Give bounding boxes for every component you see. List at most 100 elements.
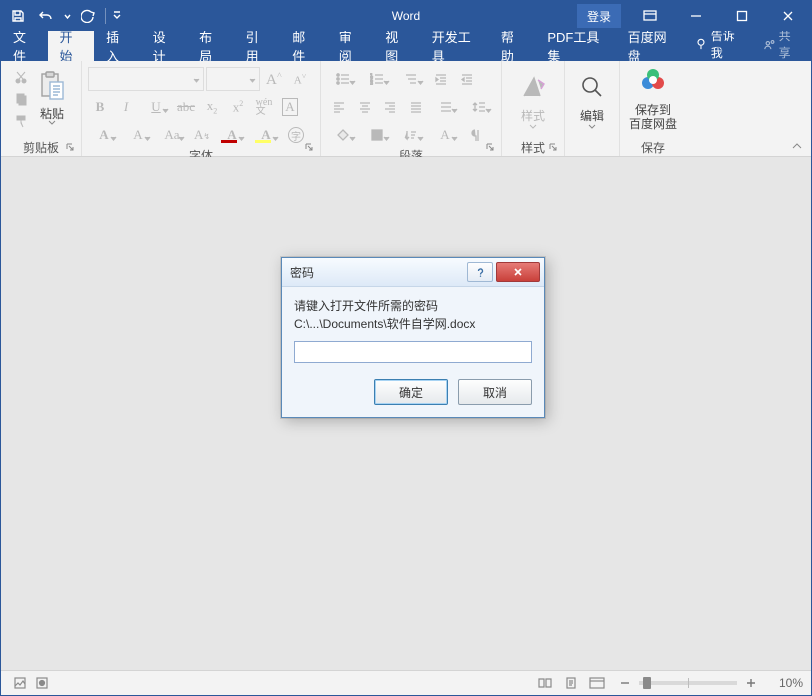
dialog-path: C:\...\Documents\软件自学网.docx (294, 315, 532, 333)
ok-button[interactable]: 确定 (374, 379, 448, 405)
zoom-thumb[interactable] (643, 677, 651, 689)
line-spacing-button[interactable] (463, 95, 495, 119)
password-input[interactable] (294, 341, 532, 363)
shrink-font-button[interactable]: A˅ (288, 67, 312, 91)
text-effects-button[interactable]: A (88, 123, 120, 147)
tab-layout[interactable]: 布局 (187, 31, 234, 61)
svg-text:3: 3 (370, 81, 373, 85)
align-center-button[interactable] (353, 95, 377, 119)
titlebar: Word 登录 (1, 1, 811, 31)
justify-button[interactable] (404, 95, 428, 119)
close-button[interactable] (765, 1, 811, 31)
decrease-indent-button[interactable] (429, 67, 453, 91)
styles-launcher[interactable] (548, 141, 560, 153)
qat-separator (105, 8, 106, 24)
shading-button[interactable] (327, 123, 359, 147)
zoom-control: 10% (617, 675, 803, 691)
tab-baidu[interactable]: 百度网盘 (616, 31, 685, 61)
strikethrough-button[interactable]: abc (174, 95, 198, 119)
sort-button[interactable] (395, 123, 427, 147)
macro-rec-icon[interactable] (31, 672, 53, 694)
collapse-ribbon-button[interactable] (783, 61, 811, 156)
borders-button[interactable] (361, 123, 393, 147)
distributed-button[interactable] (430, 95, 462, 119)
save-cloud-label: 保存到 百度网盘 (629, 103, 677, 131)
tab-pdftools[interactable]: PDF工具集 (535, 31, 615, 61)
change-case-button[interactable]: Aa (156, 123, 188, 147)
quick-access-toolbar (5, 4, 124, 28)
asian-layout-button[interactable]: A (429, 123, 461, 147)
font-name-combo[interactable] (88, 67, 204, 91)
titlebar-controls: 登录 (577, 1, 811, 31)
cut-button[interactable] (11, 67, 31, 87)
tell-me-label: 告诉我 (711, 27, 742, 61)
paste-button[interactable]: 粘贴 (31, 65, 73, 125)
tab-review[interactable]: 审阅 (327, 31, 374, 61)
font-size-combo[interactable] (206, 67, 260, 91)
undo-button[interactable] (33, 4, 59, 28)
zoom-out-button[interactable] (617, 675, 633, 691)
read-mode-button[interactable] (533, 673, 557, 693)
redo-button[interactable] (75, 4, 101, 28)
superscript-button[interactable]: x2 (226, 95, 250, 119)
zoom-percent[interactable]: 10% (765, 676, 803, 690)
tab-home[interactable]: 开始 (48, 31, 95, 61)
styles-button[interactable]: 样式 (508, 65, 558, 129)
save-cloud-button[interactable]: 保存到 百度网盘 (626, 65, 680, 131)
text-highlight-color-button[interactable]: A (250, 123, 282, 147)
tab-file[interactable]: 文件 (1, 31, 48, 61)
show-marks-button[interactable] (463, 123, 487, 147)
tab-insert[interactable]: 插入 (94, 31, 141, 61)
qat-customize-icon[interactable] (110, 4, 124, 28)
tab-devtools[interactable]: 开发工具 (420, 31, 489, 61)
page-info-icon[interactable] (9, 672, 31, 694)
font-color-button[interactable]: A (216, 123, 248, 147)
ribbon: 粘贴 剪贴板 A˄ A˅ B I (1, 61, 811, 157)
group-clipboard: 粘贴 剪贴板 (1, 61, 82, 156)
highlight-button[interactable]: A (122, 123, 154, 147)
minimize-button[interactable] (673, 1, 719, 31)
print-layout-button[interactable] (559, 673, 583, 693)
undo-more-icon[interactable] (61, 4, 73, 28)
format-painter-button[interactable] (11, 111, 31, 131)
align-left-button[interactable] (327, 95, 351, 119)
group-editing: 编辑 (565, 61, 620, 156)
dialog-help-button[interactable] (467, 262, 493, 282)
paragraph-launcher[interactable] (485, 141, 497, 153)
clear-format-button[interactable]: A↯ (190, 123, 214, 147)
clipboard-launcher[interactable] (65, 141, 77, 153)
cancel-button[interactable]: 取消 (458, 379, 532, 405)
increase-indent-button[interactable] (455, 67, 479, 91)
zoom-in-button[interactable] (743, 675, 759, 691)
editing-button[interactable]: 编辑 (571, 65, 613, 129)
web-layout-button[interactable] (585, 673, 609, 693)
zoom-slider[interactable] (639, 681, 737, 685)
multilevel-list-button[interactable] (395, 67, 427, 91)
dialog-close-button[interactable] (496, 262, 540, 282)
char-border-button[interactable]: A (278, 95, 302, 119)
phonetic-guide-button[interactable]: wén文 (252, 95, 276, 119)
tab-design[interactable]: 设计 (141, 31, 188, 61)
share-button[interactable]: 共享 (752, 27, 812, 61)
tab-mailings[interactable]: 邮件 (280, 31, 327, 61)
grow-font-button[interactable]: A˄ (262, 67, 286, 91)
maximize-button[interactable] (719, 1, 765, 31)
tell-me[interactable]: 告诉我 (685, 27, 752, 61)
copy-button[interactable] (11, 89, 31, 109)
bullets-button[interactable] (327, 67, 359, 91)
ribbon-display-options-button[interactable] (627, 1, 673, 31)
underline-button[interactable]: U (140, 95, 172, 119)
dialog-titlebar[interactable]: 密码 (282, 258, 544, 287)
tab-references[interactable]: 引用 (234, 31, 281, 61)
italic-button[interactable]: I (114, 95, 138, 119)
align-right-button[interactable] (378, 95, 402, 119)
numbering-button[interactable]: 123 (361, 67, 393, 91)
tab-help[interactable]: 帮助 (489, 31, 536, 61)
font-launcher[interactable] (304, 141, 316, 153)
group-save-cloud: 保存到 百度网盘 保存 (620, 61, 686, 156)
tab-view[interactable]: 视图 (373, 31, 420, 61)
subscript-button[interactable]: x2 (200, 95, 224, 119)
bold-button[interactable]: B (88, 95, 112, 119)
login-button[interactable]: 登录 (577, 4, 621, 28)
save-icon[interactable] (5, 4, 31, 28)
